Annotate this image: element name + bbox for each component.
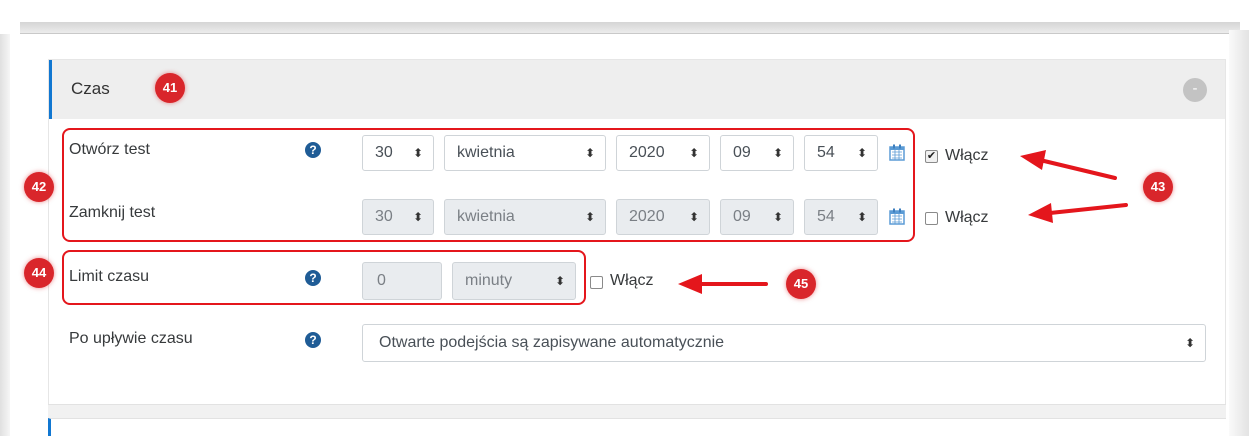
annotation-badge-45: 45 xyxy=(786,269,816,299)
annotation-badge-43: 43 xyxy=(1143,172,1173,202)
annotation-arrows xyxy=(678,150,1128,294)
annotation-badge-44: 44 xyxy=(24,258,54,288)
annotation-badge-42: 42 xyxy=(24,172,54,202)
annotation-badge-41: 41 xyxy=(155,73,185,103)
